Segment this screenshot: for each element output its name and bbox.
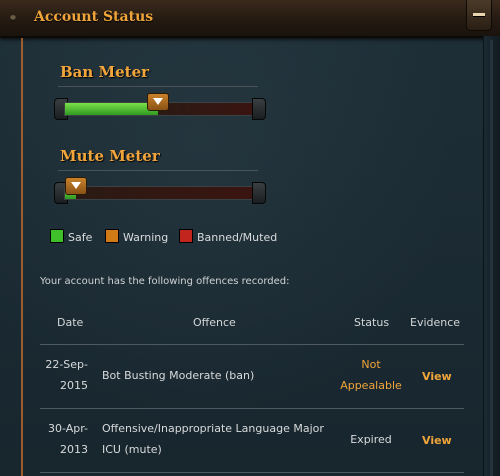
column-header-status: Status [354, 316, 390, 329]
row-offence: Bot Busting Moderate (ban) [102, 369, 255, 382]
green-swatch-icon [50, 229, 64, 243]
orange-swatch-icon [105, 229, 119, 243]
row-offence: Offensive/Inappropriate Language Major I… [102, 422, 324, 456]
mute-meter [54, 177, 266, 205]
account-status-panel: Account Status Ban Meter Mute Meter Safe [0, 0, 500, 476]
evidence-view-link[interactable]: View [422, 370, 452, 383]
panel-header: Account Status [0, 0, 500, 38]
column-header-date: Date [57, 316, 84, 329]
ban-meter [54, 93, 266, 121]
ban-meter-title: Ban Meter [60, 63, 150, 81]
legend-banned-muted: Banned/Muted [179, 229, 277, 244]
red-swatch-icon [179, 229, 193, 243]
panel-accent-line [21, 38, 23, 476]
row-status: Not Appealable [340, 358, 402, 392]
mute-meter-marker-icon [65, 177, 87, 195]
offences-intro: Your account has the following offences … [40, 276, 290, 287]
panel-right-border [483, 36, 500, 476]
table-divider [40, 344, 464, 345]
minus-icon [473, 13, 485, 16]
divider [58, 86, 258, 87]
column-header-evidence: Evidence [410, 316, 461, 329]
row-date: 22-Sep- 2015 [45, 358, 88, 392]
row-date: 30-Apr- 2013 [47, 422, 88, 456]
divider [58, 170, 258, 171]
legend-safe: Safe [50, 229, 92, 244]
legend-warning: Warning [105, 229, 168, 244]
row-status: Expired [350, 433, 392, 446]
evidence-view-link[interactable]: View [422, 434, 452, 447]
column-header-offence: Offence [193, 316, 236, 329]
table-divider [40, 472, 464, 473]
rivet-icon [10, 15, 16, 21]
panel-title: Account Status [34, 9, 154, 25]
collapse-button[interactable] [466, 0, 492, 31]
ban-meter-marker-icon [147, 93, 169, 111]
table-divider [40, 408, 464, 409]
mute-meter-title: Mute Meter [60, 147, 160, 165]
ban-meter-fill [65, 103, 158, 115]
